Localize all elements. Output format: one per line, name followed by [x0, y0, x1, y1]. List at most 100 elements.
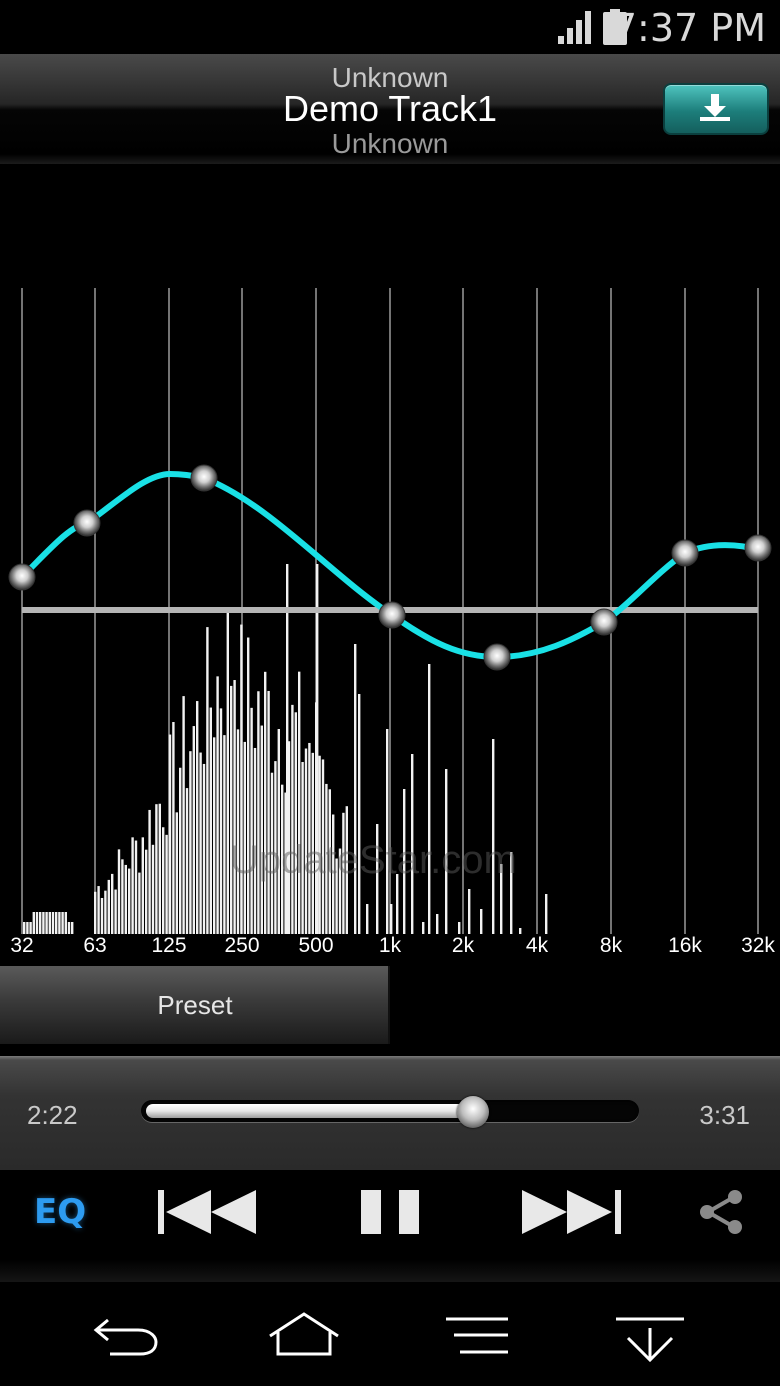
- band-label-8k: 8k: [599, 934, 623, 957]
- spectrum-bar: [390, 904, 393, 934]
- eq-band-handle[interactable]: [671, 539, 699, 567]
- status-time: 7:37 PM: [612, 6, 766, 50]
- spectrum-bar: [114, 889, 117, 934]
- progress-panel: 2:22 3:31: [0, 1056, 780, 1170]
- spectrum-bar: [468, 889, 471, 934]
- spectrum-bar: [422, 922, 425, 934]
- spectrum-bar: [219, 708, 223, 934]
- skip-previous-icon[interactable]: [156, 1188, 260, 1236]
- spectrum-bar: [480, 909, 483, 934]
- spectrum-bar: [111, 873, 114, 934]
- spectrum-bar: [141, 837, 144, 934]
- spectrum-bar: [291, 704, 294, 934]
- spectrum-bar: [26, 922, 29, 934]
- spectrum-bar: [39, 912, 42, 934]
- spectrum-bar: [145, 849, 148, 934]
- skip-next-icon[interactable]: [520, 1188, 624, 1236]
- back-icon[interactable]: [92, 1312, 162, 1358]
- eq-band-handle[interactable]: [590, 608, 618, 636]
- eq-band-handle[interactable]: [483, 643, 511, 671]
- spectrum-bar: [172, 722, 175, 934]
- spectrum-bar: [42, 912, 45, 934]
- spectrum-bar: [226, 611, 229, 934]
- band-label-32k: 32k: [741, 934, 775, 957]
- band-label-63: 63: [83, 934, 107, 957]
- spectrum-bar: [182, 696, 185, 934]
- track-header: Unknown Demo Track1 Unknown: [0, 54, 780, 164]
- spectrum-bar: [61, 912, 64, 934]
- spectrum-bar: [148, 809, 151, 934]
- spectrum-bar: [250, 707, 253, 934]
- spectrum-bar: [545, 894, 548, 934]
- spectrum-bar: [175, 812, 178, 934]
- download-icon: [700, 94, 730, 121]
- spectrum-bar: [23, 922, 26, 934]
- spectrum-bar: [138, 872, 141, 934]
- total-time: 3:31: [699, 1100, 750, 1130]
- spectrum-bar: [158, 803, 161, 934]
- spectrum-bar: [223, 735, 226, 934]
- eq-band-handle[interactable]: [378, 601, 406, 629]
- menu-icon[interactable]: [446, 1316, 510, 1356]
- spectrum-bar: [131, 837, 134, 934]
- preset-label: Preset: [157, 990, 233, 1020]
- spectrum-bar: [233, 680, 236, 934]
- eq-button[interactable]: EQ: [34, 1192, 86, 1232]
- elapsed-time: 2:22: [27, 1100, 78, 1130]
- spectrum-bar: [134, 840, 138, 934]
- spectrum-bar: [458, 922, 461, 934]
- spectrum-bar: [216, 676, 219, 934]
- share-icon[interactable]: [698, 1189, 746, 1235]
- home-icon[interactable]: [266, 1310, 342, 1358]
- spectrum-bar: [298, 671, 301, 934]
- seek-bar-fill: [146, 1104, 473, 1118]
- spectrum-bar: [240, 624, 243, 934]
- spectrum-bar: [428, 664, 431, 934]
- band-label-32: 32: [10, 934, 34, 957]
- spectrum-bar: [358, 694, 361, 934]
- spectrum-bar: [267, 690, 270, 934]
- spectrum-bar: [260, 725, 263, 934]
- spectrum-bar: [124, 864, 127, 934]
- band-label-500: 500: [298, 934, 334, 957]
- spectrum-bar: [354, 644, 357, 934]
- spectrum-bar: [396, 874, 399, 934]
- preset-button[interactable]: Preset: [0, 966, 390, 1044]
- spectrum-bar: [71, 922, 74, 934]
- spectrum-bar: [29, 922, 32, 934]
- eq-band-handle[interactable]: [8, 563, 36, 591]
- eq-band-handle[interactable]: [190, 464, 218, 492]
- spectrum-bar: [436, 914, 439, 934]
- seek-thumb[interactable]: [456, 1096, 489, 1128]
- spectrum-bar: [366, 904, 369, 934]
- spectrum-bar: [168, 734, 172, 934]
- band-label-4k: 4k: [525, 934, 549, 957]
- collapse-icon[interactable]: [614, 1316, 686, 1362]
- band-label-16k: 16k: [668, 934, 702, 957]
- download-button[interactable]: [663, 83, 769, 135]
- spectrum-bar: [100, 897, 104, 934]
- spectrum-bar: [162, 827, 165, 934]
- band-label-125: 125: [151, 934, 187, 957]
- spectrum-bar: [151, 844, 155, 934]
- spectrum-bar: [155, 804, 158, 934]
- spectrum-bar: [94, 891, 97, 934]
- spectrum-bar: [185, 788, 189, 934]
- navigation-bar: [0, 1282, 780, 1386]
- spectrum-bar: [236, 729, 240, 934]
- spectrum-bar: [264, 671, 267, 934]
- spectrum-bar: [48, 912, 51, 934]
- spectrum-bar: [55, 912, 58, 934]
- spectrum-bar: [97, 886, 100, 934]
- pause-icon[interactable]: [359, 1188, 421, 1236]
- spectrum-bar: [294, 712, 297, 934]
- spectrum-bar: [196, 701, 199, 934]
- eq-band-handle[interactable]: [744, 534, 772, 562]
- spectrum-bar: [51, 912, 55, 934]
- spectrum-bar: [58, 912, 61, 934]
- spectrum-bar: [199, 752, 202, 934]
- spectrum-bar: [128, 868, 131, 934]
- spectrum-bar: [45, 912, 48, 934]
- eq-band-handle[interactable]: [73, 509, 101, 537]
- spectrum-bar: [492, 739, 495, 934]
